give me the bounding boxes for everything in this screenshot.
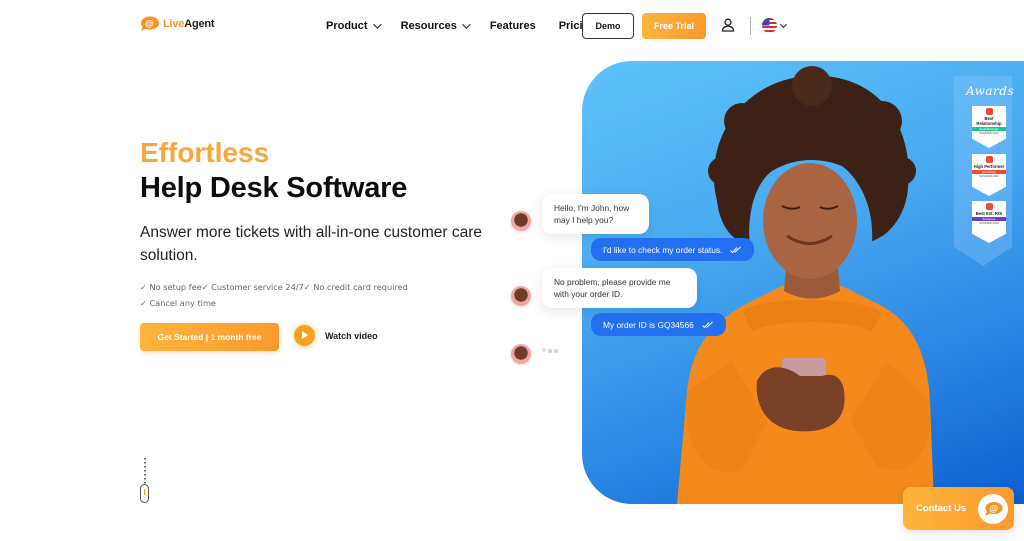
contact-us-button[interactable]: Contact Us @ [903, 487, 1014, 530]
us-flag-icon[interactable] [762, 18, 777, 33]
liveagent-logo[interactable]: @ LiveAgent [139, 16, 215, 32]
badge-title: Best Est. ROI [975, 211, 1003, 216]
scroll-indicator-dots [144, 458, 146, 484]
badge-season: SUMMER 2022 [979, 174, 999, 178]
badge-season: SUMMER 2022 [979, 131, 999, 135]
badge-season: SUMMER 2022 [979, 221, 999, 225]
g2-logo-icon [985, 108, 993, 115]
nav-resources-label: Resources [400, 20, 457, 32]
svg-text:@: @ [145, 19, 154, 29]
chat-message-agent: No problem, please provide me with your … [542, 268, 697, 308]
g2-logo-icon [985, 203, 993, 210]
chevron-down-icon [372, 20, 382, 29]
play-icon [294, 325, 315, 346]
demo-button[interactable]: Demo [582, 13, 634, 39]
agent-avatar [511, 286, 531, 306]
typing-dot [548, 349, 552, 353]
chat-message-user: My order ID is GQ34566 [591, 313, 726, 336]
agent-avatar [511, 344, 531, 364]
contact-us-label: Contact Us [916, 503, 967, 514]
agent-avatar [511, 211, 531, 231]
site-header: @ LiveAgent Product Resources Features P… [0, 0, 1024, 52]
nav-features[interactable]: Features [490, 14, 536, 38]
typing-dot [542, 348, 546, 352]
get-started-button[interactable]: Get Started | 1 month free [140, 323, 279, 351]
badge-title: Best Relationship [976, 116, 1002, 126]
page-title: Help Desk Software [140, 172, 408, 204]
header-divider [750, 17, 751, 35]
watch-video-button[interactable]: Watch video [294, 325, 378, 346]
typing-indicator [542, 348, 558, 353]
checklist-line: ✓ Cancel any time [140, 298, 216, 308]
user-icon[interactable] [721, 18, 735, 32]
awards-title: Awards [966, 84, 1015, 98]
feature-checklist: ✓ No setup fee✓ Customer service 24/7✓ N… [140, 279, 408, 311]
chat-message-user: I'd like to check my order status. [591, 238, 755, 261]
checklist-line: ✓ No setup fee✓ Customer service 24/7✓ N… [140, 282, 408, 292]
double-check-icon [730, 246, 742, 253]
svg-text:@: @ [989, 503, 998, 513]
nav-resources[interactable]: Resources [400, 14, 471, 38]
watch-video-label: Watch video [325, 330, 378, 341]
logo-bubble-icon: @ [141, 16, 159, 31]
free-trial-button[interactable]: Free Trial [642, 13, 706, 39]
language-chevron-icon[interactable] [779, 20, 788, 29]
chat-message-agent: Hello, I'm John, how may I help you? [542, 194, 649, 234]
main-nav: Product Resources Features Pricing [326, 14, 596, 38]
chat-message-text: My order ID is GQ34566 [603, 319, 694, 330]
scroll-mouse-icon[interactable] [140, 484, 149, 503]
g2-logo-icon [985, 156, 993, 163]
hero-subtitle: Answer more tickets with all-in-one cust… [140, 224, 482, 264]
double-check-icon [701, 321, 713, 328]
badge-title: High Performer [973, 164, 1005, 169]
nav-features-label: Features [489, 20, 536, 32]
nav-product[interactable]: Product [326, 14, 382, 38]
nav-product-label: Product [326, 20, 368, 32]
typing-dot [554, 349, 558, 353]
chevron-down-icon [461, 20, 471, 29]
logo-text: LiveAgent [163, 18, 215, 30]
chat-message-text: I'd like to check my order status. [603, 244, 723, 255]
chat-bubble-icon: @ [978, 493, 1009, 524]
headline-accent: Effortless [140, 137, 270, 168]
